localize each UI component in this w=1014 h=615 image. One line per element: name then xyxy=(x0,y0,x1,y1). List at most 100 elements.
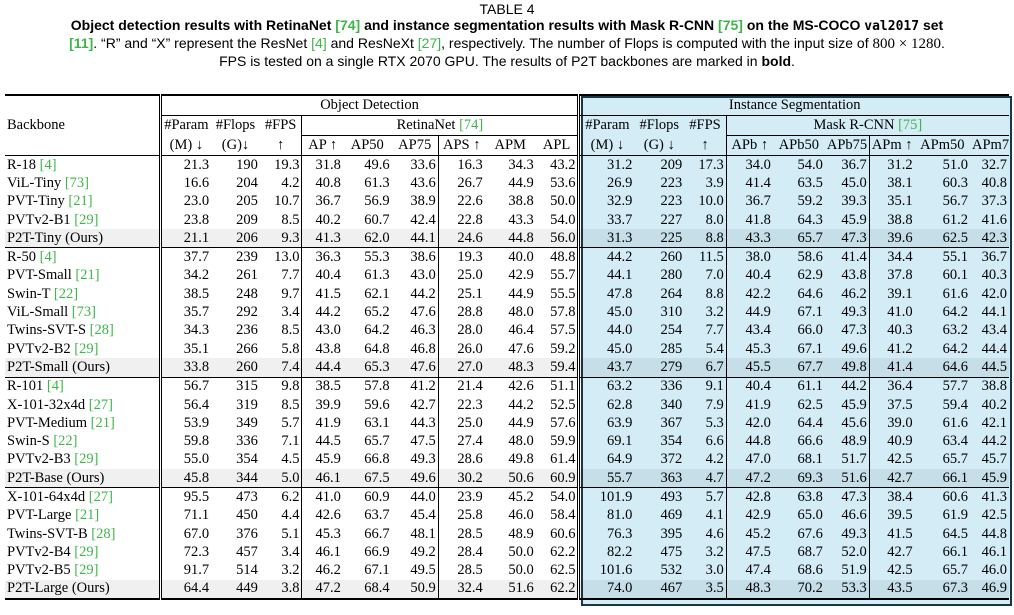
metric-cell: 41.9 xyxy=(301,414,343,433)
metric-cell: 37.8 xyxy=(868,266,915,286)
metric-cell: 46.4 xyxy=(508,322,534,339)
caption-text: . “R” and “X” represent the ResNet xyxy=(93,35,312,51)
metric-cell: 63.1 xyxy=(364,414,390,431)
citation-link[interactable]: [29] xyxy=(74,451,98,467)
backbone-name: P2T-Tiny (Ours) xyxy=(5,229,161,248)
table-row: X-101-64x4d [27] 95.5 473 6.2 41.0 60.9 44.0 23… xyxy=(5,487,1009,507)
citation-link[interactable]: [21] xyxy=(68,193,92,209)
det-col-header: AP ↑ xyxy=(301,135,343,156)
metric-cell: 16.3 xyxy=(437,155,485,175)
table-caption: TABLE 4 Object detection results with Re… xyxy=(0,0,1014,70)
citation-link[interactable]: [73] xyxy=(65,175,89,191)
caption-text: . xyxy=(791,53,795,69)
metric-cell: 33.6 xyxy=(391,155,439,175)
metric-cell: 25.0 xyxy=(437,266,485,286)
metric-cell: 354 xyxy=(236,451,258,468)
object-detection-header: Object Detection xyxy=(158,94,579,116)
backbone-label: Twins-SVT-B xyxy=(7,525,92,542)
metric-cell: 45.3 xyxy=(725,339,773,359)
backbone-label: PVT-Large xyxy=(7,507,76,524)
citation-link[interactable]: [75] xyxy=(898,117,922,133)
metric-cell: 514 xyxy=(236,562,258,579)
metric-cell: 71.1 xyxy=(158,506,212,525)
backbone-name: Swin-S [22] xyxy=(5,432,160,450)
citation-link[interactable]: [4] xyxy=(40,249,57,265)
caption-text: and instance segmentation results with M… xyxy=(360,17,719,33)
metric-cell: 209 xyxy=(634,155,685,175)
citation-link[interactable]: [74] xyxy=(335,17,360,33)
citation-link[interactable]: [29] xyxy=(74,341,98,357)
metric-cell: 59.4 xyxy=(942,396,969,413)
metric-cell: 59.4 xyxy=(535,358,579,378)
citation-link[interactable]: [27] xyxy=(418,35,441,51)
metric-cell: 5.1 xyxy=(281,525,300,542)
metric-cell: 292 xyxy=(236,304,258,321)
citation-link[interactable]: [73] xyxy=(72,304,96,320)
metric-cell: 44.5 xyxy=(970,358,1009,378)
citation-link[interactable]: [21] xyxy=(75,267,99,283)
citation-link[interactable]: [21] xyxy=(75,507,99,523)
citation-link[interactable]: [29] xyxy=(74,562,98,578)
metric-cell: 457 xyxy=(236,543,258,560)
citation-link[interactable]: [28] xyxy=(90,322,114,338)
metric-cell: 42.5 xyxy=(868,450,915,470)
metric-cell: 61.3 xyxy=(364,267,390,284)
metric-cell: 47.8 xyxy=(577,285,635,304)
metric-cell: 49.8 xyxy=(508,451,534,468)
metric-cell: 62.5 xyxy=(550,562,576,579)
backbone-label: P2T-Base (Ours) xyxy=(7,469,105,486)
metric-cell: 45.2 xyxy=(725,524,773,544)
metric-cell: 42.8 xyxy=(725,487,773,507)
metric-cell: 54.0 xyxy=(772,155,825,175)
metric-cell: 66.6 xyxy=(797,433,823,450)
citation-link[interactable]: [11] xyxy=(69,35,93,51)
citation-link[interactable]: [4] xyxy=(311,35,327,51)
citation-link[interactable]: [27] xyxy=(89,489,113,505)
citation-link[interactable]: [74] xyxy=(459,117,483,133)
metric-cell: 61.6 xyxy=(942,285,969,302)
backbone-label: PVTv2-B1 xyxy=(7,211,75,228)
backbone-label: ViL-Tiny xyxy=(7,174,65,191)
backbone-header xyxy=(5,94,161,116)
metric-cell: 4.1 xyxy=(705,507,724,524)
backbone-name: PVT-Large [21] xyxy=(5,507,160,525)
citation-link[interactable]: [22] xyxy=(53,433,77,449)
metric-cell: 50.0 xyxy=(550,193,576,210)
metric-cell: 51.7 xyxy=(841,451,867,468)
metric-cell: 50.6 xyxy=(484,469,536,488)
metric-cell: 8.5 xyxy=(281,396,300,413)
metric-cell: 61.1 xyxy=(772,376,825,396)
metric-cell: 46.0 xyxy=(508,507,534,524)
metric-cell: 62.2 xyxy=(535,579,579,601)
citation-link[interactable]: [29] xyxy=(74,544,98,560)
citation-link[interactable]: [28] xyxy=(91,526,115,542)
metric-cell: 62.9 xyxy=(797,267,823,284)
backbone-name: PVTv2-B2 [29] xyxy=(5,340,160,358)
maskrcnn-header: Mask R-CNN [75] xyxy=(725,115,1009,136)
metric-cell: 48.3 xyxy=(725,579,773,601)
metric-cell: 22.3 xyxy=(437,395,485,415)
citation-link[interactable]: [21] xyxy=(91,415,115,431)
backbone-label: PVTv2-B3 xyxy=(7,451,75,468)
citation-link[interactable]: [29] xyxy=(74,212,98,228)
metric-cell: 45.2 xyxy=(484,487,536,507)
citation-link[interactable]: [27] xyxy=(89,397,113,413)
metric-cell: 91.7 xyxy=(158,561,212,580)
table-row: P2T-Base (Ours) 45.8 344 5.0 46.1 67.5 49.6 30.… xyxy=(5,469,1009,488)
metric-cell: 469 xyxy=(660,507,683,524)
citation-link[interactable]: [22] xyxy=(54,286,78,302)
metric-cell: 28.5 xyxy=(437,524,485,544)
metric-cell: 52.5 xyxy=(550,396,576,413)
citation-link[interactable]: [4] xyxy=(47,378,64,394)
metric-cell: 68.6 xyxy=(797,562,823,579)
metric-cell: 42.7 xyxy=(410,396,436,413)
metric-cell: 42.5 xyxy=(981,507,1007,524)
seg-flops-header: #Flops xyxy=(639,117,680,134)
metric-cell: 450 xyxy=(236,507,258,524)
citation-link[interactable]: [4] xyxy=(40,157,57,173)
metric-cell: 21.3 xyxy=(158,155,212,175)
metric-cell: 44.8 xyxy=(981,525,1007,542)
citation-link[interactable]: [75] xyxy=(718,17,743,33)
metric-cell: 10.7 xyxy=(274,193,300,210)
metric-cell: 61.2 xyxy=(942,211,969,228)
